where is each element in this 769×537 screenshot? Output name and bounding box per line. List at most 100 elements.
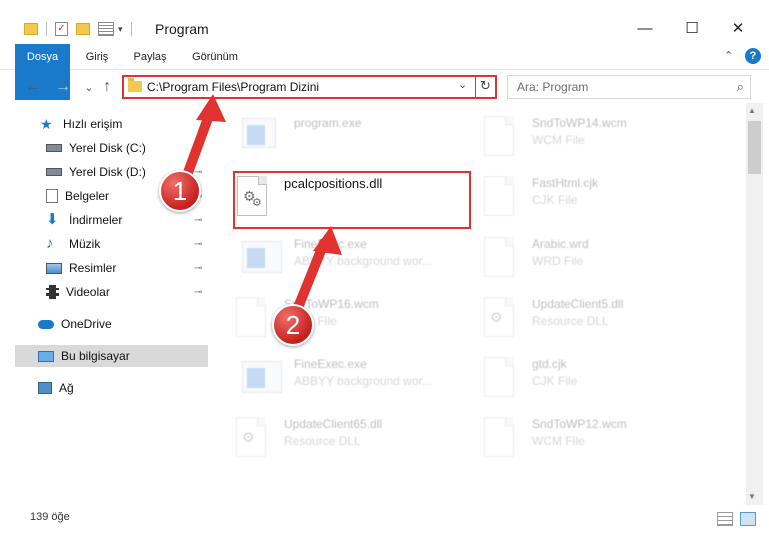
network-icon	[38, 382, 52, 394]
file-name: Arabic.wrd	[532, 237, 589, 251]
document-icon	[476, 233, 520, 283]
file-type: ABBYY background wor...	[294, 254, 432, 268]
file-name: SndToWP12.wcm	[532, 417, 627, 431]
scroll-down-icon[interactable]: ▼	[748, 492, 756, 501]
forward-button[interactable]: →	[52, 76, 74, 98]
file-item[interactable]: FineExec.exe ABBYY background wor...	[238, 233, 478, 289]
customize-toolbar-icon[interactable]	[98, 22, 114, 36]
ribbon: Dosya Giriş Paylaş Görünüm ⌃ ?	[0, 44, 769, 100]
download-icon: ⬇	[46, 211, 59, 228]
chevron-down-icon[interactable]: ⌄	[458, 78, 467, 91]
up-button[interactable]: ↑	[96, 76, 118, 98]
sidebar-item-label: İndirmeler	[69, 213, 123, 227]
document-icon	[476, 172, 520, 222]
step-2-badge: 2	[272, 304, 314, 346]
pin-icon[interactable]: ⊸	[194, 263, 202, 274]
title-bar: ✓ ▾ Program — ☐ ✕	[0, 0, 769, 44]
pin-icon[interactable]: ⊸	[194, 215, 202, 226]
search-icon[interactable]: ⌕	[737, 79, 744, 95]
drive-icon	[46, 168, 62, 176]
file-item[interactable]: SndToWP12.wcm WCM File	[476, 413, 716, 469]
tab-home[interactable]: Giriş	[76, 44, 118, 70]
file-name: FineExec.exe	[294, 357, 367, 371]
app-icon	[238, 353, 282, 403]
pin-icon[interactable]: ⊸	[194, 287, 202, 298]
sidebar-item-pictures[interactable]: Resimler ⊸	[0, 257, 208, 279]
file-name: FineExec.exe	[294, 237, 367, 251]
folder-icon	[128, 78, 142, 92]
app-icon	[238, 233, 282, 283]
scrollbar-thumb[interactable]	[748, 121, 761, 174]
maximize-button[interactable]: ☐	[669, 12, 715, 44]
help-icon[interactable]: ?	[745, 48, 761, 64]
file-highlight-box	[233, 171, 471, 229]
large-icons-view-icon[interactable]	[740, 512, 756, 526]
collapse-ribbon-icon[interactable]: ⌃	[724, 49, 733, 62]
tab-view[interactable]: Görünüm	[184, 44, 246, 70]
file-item[interactable]: ⚙ UpdateClient65.dll Resource DLL	[228, 413, 468, 469]
properties-icon[interactable]: ✓	[55, 22, 68, 36]
sidebar-item-network[interactable]: Ağ	[0, 377, 208, 399]
address-bar[interactable]: C:\Program Files\Program Dizini ⌄ ↻	[122, 75, 497, 99]
folder-icon[interactable]	[24, 23, 38, 35]
sidebar-item-this-pc[interactable]: Bu bilgisayar	[15, 345, 208, 367]
file-name: UpdateClient65.dll	[284, 417, 383, 431]
music-icon: ♪	[46, 235, 54, 252]
sidebar-item-label: Bu bilgisayar	[61, 349, 130, 363]
file-item[interactable]: ⚙ UpdateClient5.dll Resource DLL	[476, 293, 716, 349]
refresh-button[interactable]: ↻	[475, 76, 495, 98]
document-icon	[228, 293, 272, 343]
sidebar-item-onedrive[interactable]: OneDrive	[0, 313, 208, 335]
file-item[interactable]: gtd.cjk CJK File	[476, 353, 716, 409]
file-item[interactable]: Arabic.wrd WRD File	[476, 233, 716, 289]
file-item[interactable]: FineExec.exe ABBYY background wor...	[238, 353, 478, 409]
search-box[interactable]: Ara: Program ⌕	[507, 75, 751, 99]
document-icon	[476, 112, 520, 162]
file-name: gtd.cjk	[532, 357, 567, 371]
file-type: CJK File	[532, 193, 578, 207]
document-icon	[476, 413, 520, 463]
sidebar-item-music[interactable]: ♪ Müzik ⊸	[0, 233, 208, 255]
dll-gear-icon: ⚙	[476, 293, 520, 343]
file-type: WRD File	[532, 254, 584, 268]
divider	[130, 22, 132, 36]
address-path[interactable]: C:\Program Files\Program Dizini	[147, 80, 319, 94]
tab-share[interactable]: Paylaş	[126, 44, 174, 70]
document-icon	[476, 353, 520, 403]
document-icon	[46, 189, 58, 203]
sidebar-item-quick-access[interactable]: ★ Hızlı erişim	[0, 113, 208, 135]
sidebar-item-label: Hızlı erişim	[63, 117, 123, 131]
search-placeholder[interactable]: Ara: Program	[517, 80, 588, 94]
status-bar: 139 öğe	[0, 505, 769, 537]
file-type: WCM File	[532, 133, 585, 147]
close-button[interactable]: ✕	[715, 12, 761, 44]
new-folder-icon[interactable]	[76, 23, 90, 35]
pin-icon[interactable]: ⊸	[194, 239, 202, 250]
file-name: UpdateClient5.dll	[532, 297, 624, 311]
sidebar-item-drive-c[interactable]: Yerel Disk (C:)	[0, 137, 208, 159]
sidebar-item-downloads[interactable]: ⬇ İndirmeler ⊸	[0, 209, 208, 231]
scroll-up-icon[interactable]: ▲	[748, 106, 756, 115]
file-item[interactable]: SndToWP16.wcm WCM File	[228, 293, 468, 349]
file-type: ABBYY background wor...	[294, 374, 432, 388]
back-button[interactable]: ←	[22, 76, 44, 98]
item-count: 139 öğe	[30, 511, 70, 523]
dll-gear-icon: ⚙	[228, 413, 272, 463]
sidebar-item-label: Ağ	[59, 381, 74, 395]
sidebar-item-videos[interactable]: Videolar ⊸	[0, 281, 208, 303]
details-view-icon[interactable]	[717, 512, 733, 526]
file-item[interactable]: program.exe	[238, 112, 478, 168]
sidebar-item-label: Videolar	[66, 285, 110, 299]
file-name: FastHtml.cjk	[532, 176, 598, 190]
chevron-down-icon[interactable]: ▾	[118, 24, 123, 35]
drive-icon	[46, 144, 62, 152]
navigation-pane: ★ Hızlı erişim Yerel Disk (C:) Yerel Dis…	[0, 108, 210, 505]
file-type: Resource DLL	[284, 434, 361, 448]
file-type: CJK File	[532, 374, 578, 388]
file-item[interactable]: FastHtml.cjk CJK File	[476, 172, 716, 228]
file-item[interactable]: SndToWP14.wcm WCM File	[476, 112, 716, 168]
pictures-icon	[46, 262, 62, 274]
file-name: SndToWP14.wcm	[532, 116, 627, 130]
star-icon: ★	[40, 116, 53, 132]
minimize-button[interactable]: —	[622, 12, 668, 44]
